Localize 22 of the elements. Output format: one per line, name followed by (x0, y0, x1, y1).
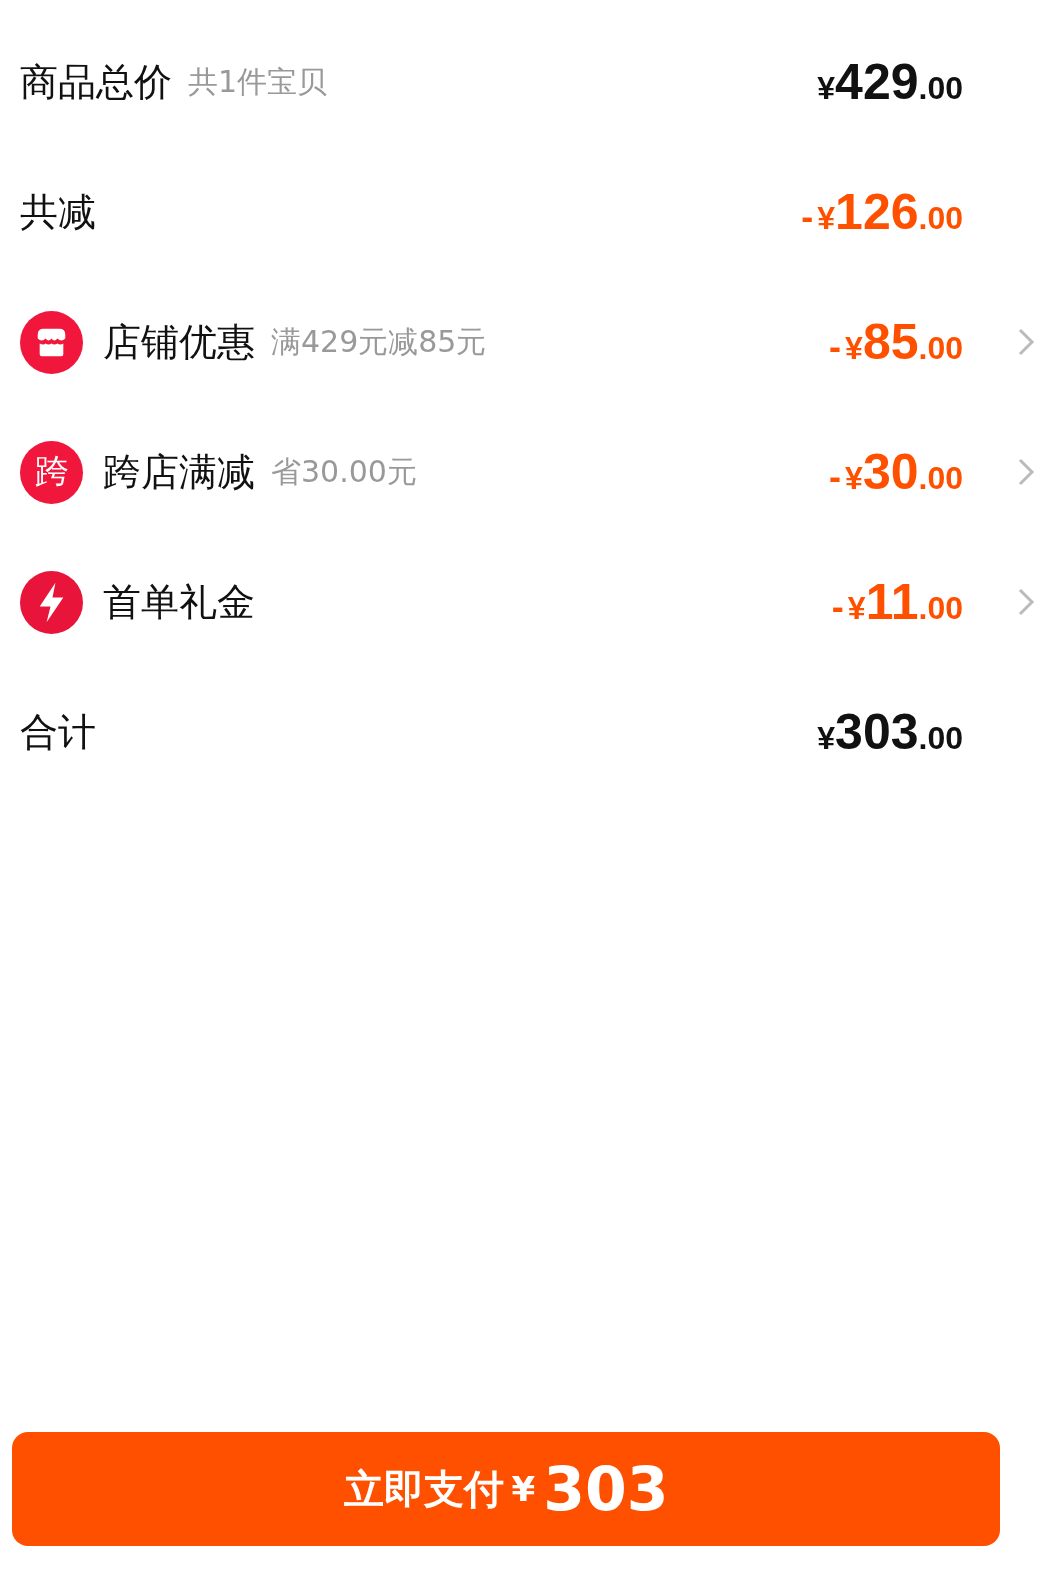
store-icon (20, 310, 83, 374)
chevron-icon[interactable] (1017, 587, 1035, 617)
price: -¥30.00 (829, 443, 963, 501)
badge-icon: 跨 (20, 440, 83, 504)
price: ¥429.00 (817, 53, 963, 111)
pay-button[interactable]: 立即支付 ¥303 (12, 1432, 1000, 1546)
lightning-icon (20, 570, 83, 634)
row-label: 共减 (20, 188, 96, 236)
price: -¥126.00 (801, 183, 963, 241)
row-label: 跨店满减 (103, 448, 255, 496)
row-label: 商品总价 (20, 58, 172, 106)
price: -¥11.00 (831, 573, 963, 631)
row-label: 首单礼金 (103, 578, 255, 626)
row-hint: 共1件宝贝 (188, 62, 328, 101)
price: ¥303.00 (817, 703, 963, 761)
row-hint: 满429元减85元 (271, 322, 487, 361)
price: -¥85.00 (829, 313, 963, 371)
chevron-icon[interactable] (1017, 457, 1035, 487)
row-label: 店铺优惠 (103, 318, 255, 366)
chevron-icon[interactable] (1017, 327, 1035, 357)
row-hint: 省30.00元 (271, 452, 417, 491)
row-label: 合计 (20, 708, 96, 756)
